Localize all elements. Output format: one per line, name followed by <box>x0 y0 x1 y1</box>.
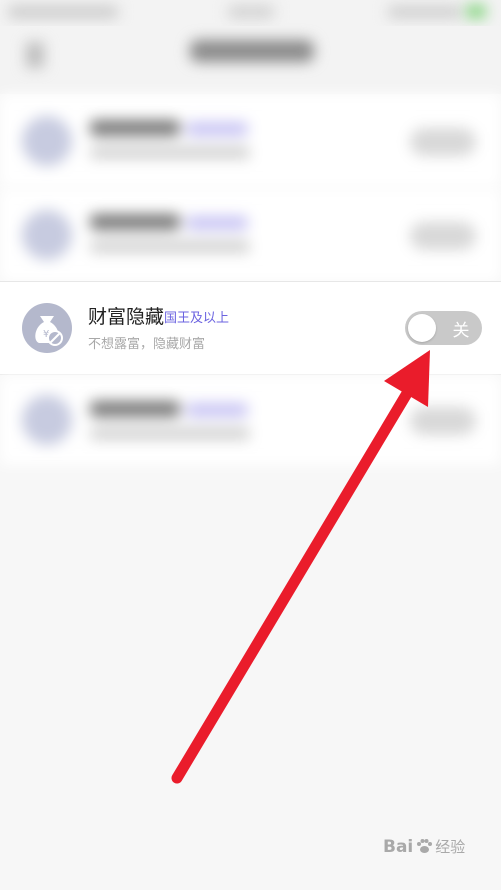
annotation-arrow <box>171 350 430 784</box>
paw-icon <box>417 839 433 853</box>
watermark-brand: Bai <box>383 837 414 857</box>
watermark-text: 经验 <box>435 838 466 856</box>
baidu-watermark: Bai 经验 <box>383 836 465 857</box>
